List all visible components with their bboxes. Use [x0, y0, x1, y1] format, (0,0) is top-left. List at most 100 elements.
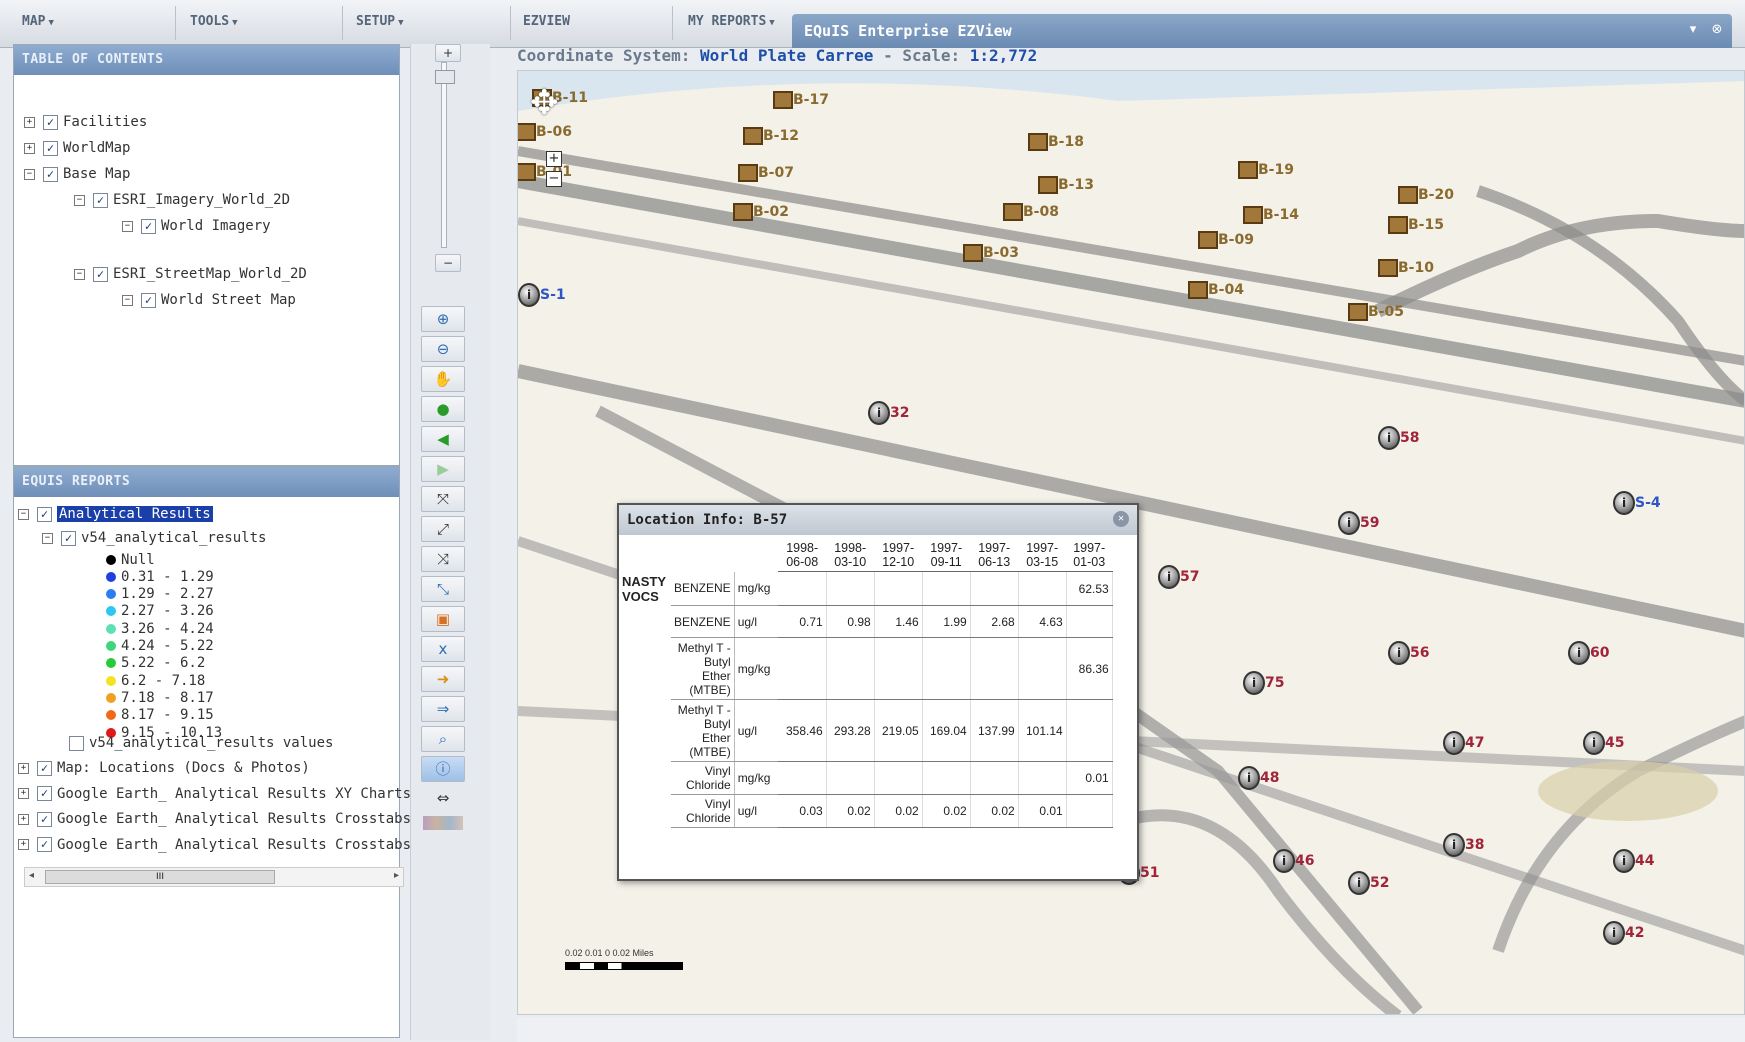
- facility-marker[interactable]: B-02: [733, 203, 789, 221]
- expand-icon[interactable]: +: [24, 116, 35, 128]
- report-item[interactable]: + ✓ Google Earth_ Analytical Results Cross…: [18, 808, 428, 830]
- collapse-icon[interactable]: −: [18, 508, 29, 520]
- sample-marker[interactable]: i 47: [1443, 731, 1484, 755]
- menu-ezview[interactable]: EZVIEW: [523, 14, 570, 29]
- sample-marker[interactable]: i 38: [1443, 833, 1484, 857]
- report-item[interactable]: + ✓ Google Earth_ Analytical Results XY Ch…: [18, 783, 428, 805]
- menu-setup[interactable]: SETUP ▼: [356, 14, 404, 29]
- checkbox[interactable]: ✓: [37, 506, 52, 522]
- full-extent-icon[interactable]: ⤢: [421, 516, 465, 542]
- toc-item[interactable]: − ✓ ESRI_Imagery_World_2D: [74, 189, 290, 211]
- info-icon[interactable]: ⓘ: [421, 756, 465, 782]
- checkbox[interactable]: ✓: [61, 530, 76, 546]
- facility-marker[interactable]: B-20: [1398, 186, 1454, 204]
- facility-marker[interactable]: B-14: [1243, 206, 1299, 224]
- expand-icon[interactable]: +: [24, 142, 35, 154]
- toc-item[interactable]: − ✓ Base Map: [24, 163, 130, 185]
- minimize-icon[interactable]: ▾: [1684, 21, 1702, 39]
- sample-marker[interactable]: i 52: [1348, 871, 1389, 895]
- facility-marker[interactable]: B-10: [1378, 259, 1434, 277]
- sample-marker[interactable]: i 32: [868, 401, 909, 425]
- scroll-right-icon[interactable]: ▸: [394, 870, 399, 881]
- zoom-selected-icon[interactable]: ⤨: [421, 546, 465, 572]
- checkbox[interactable]: ✓: [37, 760, 52, 776]
- facility-marker[interactable]: B-13: [1038, 176, 1094, 194]
- toc-item[interactable]: + ✓ WorldMap: [24, 137, 130, 159]
- zoom-slider-thumb[interactable]: [435, 70, 455, 84]
- checkbox[interactable]: ✓: [43, 114, 58, 130]
- checkbox[interactable]: ✓: [93, 266, 108, 282]
- expand-icon[interactable]: +: [18, 813, 29, 825]
- toc-item[interactable]: − ✓ ESRI_StreetMap_World_2D: [74, 263, 307, 285]
- measure-icon[interactable]: ⇔: [421, 786, 465, 812]
- zoom-slider[interactable]: [441, 62, 447, 248]
- expand-icon[interactable]: −: [122, 220, 133, 232]
- zoom-out-small-button[interactable]: −: [435, 254, 461, 272]
- sample-marker[interactable]: i 42: [1603, 921, 1644, 945]
- clear-selection-icon[interactable]: x: [421, 636, 465, 662]
- zoom-layer-icon[interactable]: ⤡: [421, 576, 465, 602]
- report-item[interactable]: + ✓ Google Earth_ Analytical Results Cross…: [18, 834, 428, 856]
- sample-marker[interactable]: i 58: [1378, 426, 1419, 450]
- sample-marker[interactable]: i 48: [1238, 766, 1279, 790]
- zoom-out-icon[interactable]: ⊖: [421, 336, 465, 362]
- checkbox[interactable]: ✓: [37, 786, 52, 801]
- pan-hand-icon[interactable]: ✋: [421, 366, 465, 392]
- checkbox[interactable]: ✓: [141, 218, 156, 234]
- search-icon[interactable]: ⌕: [421, 726, 465, 752]
- globe-icon[interactable]: ●: [421, 396, 465, 422]
- expand-icon[interactable]: −: [24, 168, 35, 180]
- checkbox[interactable]: ✓: [43, 140, 58, 156]
- toc-item[interactable]: − ✓ World Imagery: [122, 215, 271, 237]
- checkbox[interactable]: ✓: [37, 811, 52, 827]
- expand-icon[interactable]: +: [18, 788, 29, 799]
- report-item[interactable]: + ✓ Map: Locations (Docs & Photos): [18, 757, 310, 779]
- collapse-icon[interactable]: −: [42, 532, 53, 544]
- facility-marker[interactable]: B-09: [1198, 231, 1254, 249]
- facility-marker[interactable]: B-01: [518, 163, 572, 181]
- facility-marker[interactable]: B-06: [518, 123, 572, 141]
- sample-marker[interactable]: i S-1: [518, 283, 566, 307]
- horizontal-scrollbar[interactable]: ◂ III ▸: [24, 867, 404, 887]
- coordinate-icon[interactable]: ⇒: [421, 696, 465, 722]
- facility-marker[interactable]: B-08: [1003, 203, 1059, 221]
- zoom-in-icon[interactable]: ⊕: [421, 306, 465, 332]
- facility-marker[interactable]: B-05: [1348, 303, 1404, 321]
- toc-item[interactable]: − ✓ World Street Map: [122, 289, 296, 311]
- tree-item-analytical-results[interactable]: − ✓ Analytical Results: [18, 503, 213, 525]
- sample-marker[interactable]: i 56: [1388, 641, 1429, 665]
- checkbox[interactable]: ✓: [141, 292, 156, 308]
- checkbox[interactable]: ✓: [43, 166, 58, 182]
- sample-marker[interactable]: i 46: [1273, 849, 1314, 873]
- expand-icon[interactable]: +: [18, 839, 29, 850]
- expand-icon[interactable]: −: [74, 194, 85, 206]
- checkbox[interactable]: [69, 735, 84, 751]
- select-box-icon[interactable]: ▣: [421, 606, 465, 632]
- zoom-in-small-button[interactable]: +: [435, 44, 461, 62]
- facility-marker[interactable]: B-18: [1028, 133, 1084, 151]
- sample-marker[interactable]: i 59: [1338, 511, 1379, 535]
- sample-marker[interactable]: i 44: [1613, 849, 1654, 873]
- toc-item[interactable]: + ✓ Facilities: [24, 111, 147, 133]
- checkbox[interactable]: ✓: [93, 192, 108, 208]
- facility-marker[interactable]: B-19: [1238, 161, 1294, 179]
- expand-icon[interactable]: −: [122, 294, 133, 306]
- expand-icon[interactable]: −: [74, 268, 85, 280]
- next-extent-icon[interactable]: ▶: [421, 456, 465, 482]
- sample-marker[interactable]: i 57: [1158, 565, 1199, 589]
- identify-arrow-icon[interactable]: ➜: [421, 666, 465, 692]
- expand-icon[interactable]: +: [18, 762, 29, 774]
- close-icon[interactable]: ⊗: [1708, 21, 1726, 39]
- scroll-left-icon[interactable]: ◂: [29, 870, 34, 881]
- menu-tools[interactable]: TOOLS ▼: [190, 14, 238, 29]
- tree-item-v54[interactable]: − ✓ v54_analytical_results: [42, 527, 266, 549]
- facility-marker[interactable]: B-17: [773, 91, 829, 109]
- map-zoom-in-button[interactable]: +: [546, 151, 562, 167]
- zoom-to-extent-icon[interactable]: ⤧: [421, 486, 465, 512]
- facility-marker[interactable]: B-15: [1388, 216, 1444, 234]
- sample-marker[interactable]: i 75: [1243, 671, 1284, 695]
- previous-extent-icon[interactable]: ◀: [421, 426, 465, 452]
- scroll-thumb[interactable]: III: [45, 870, 275, 884]
- pan-arrows-icon[interactable]: ✥: [530, 83, 559, 123]
- facility-marker[interactable]: B-03: [963, 244, 1019, 262]
